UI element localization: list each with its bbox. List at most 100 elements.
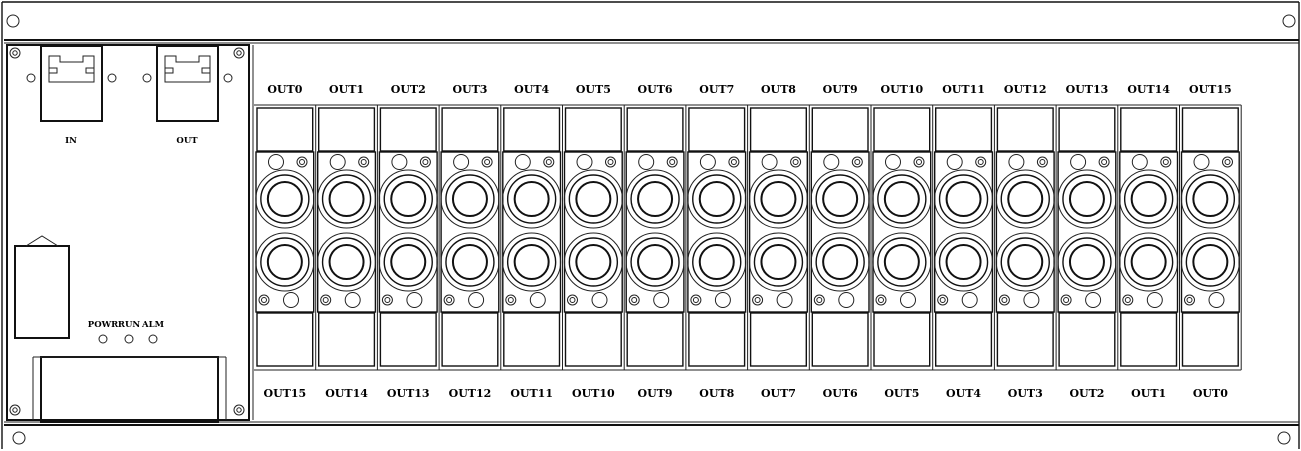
screw-icon [1036, 156, 1048, 168]
screw-icon [961, 292, 978, 308]
screw-icon [529, 292, 546, 308]
output-channel-column: OUT2 OUT13 [376, 83, 438, 400]
label-plate-top [1058, 107, 1116, 152]
screw-icon [653, 292, 670, 308]
power-switch[interactable] [14, 235, 70, 339]
connector-module [563, 151, 623, 313]
output-label-top: OUT0 [267, 83, 302, 96]
screw-icon [233, 404, 245, 416]
screw-icon [946, 154, 963, 170]
label-plate-bottom [441, 312, 499, 367]
screw-icon [1070, 154, 1087, 170]
output-label-bottom: OUT9 [638, 387, 673, 400]
screw-icon [885, 154, 901, 170]
connector-module [872, 151, 932, 313]
output-label-top: OUT7 [699, 83, 734, 96]
label-plate-bottom [379, 312, 437, 367]
screw-icon [9, 47, 21, 59]
output-label-bottom: OUT7 [761, 387, 796, 400]
output-label-top: OUT12 [1004, 83, 1047, 96]
output-label-bottom: OUT0 [1193, 387, 1228, 400]
connector-module [625, 151, 685, 313]
rack-ear-hole-icon [1277, 431, 1291, 445]
port-in-label: IN [65, 136, 77, 146]
screw-icon [761, 154, 778, 170]
connector-module [1057, 151, 1117, 313]
screw-icon [1085, 292, 1102, 308]
output-label-top: OUT15 [1189, 83, 1232, 96]
screw-icon [1193, 154, 1210, 170]
label-plate-top [996, 107, 1054, 152]
output-channel-column: OUT4 OUT11 [500, 83, 562, 400]
screw-icon [913, 156, 925, 168]
screw-icon [567, 294, 578, 306]
label-plate-bottom [935, 312, 993, 367]
output-label-top: OUT1 [329, 83, 364, 96]
screw-icon [1060, 294, 1072, 306]
label-plate-bottom [503, 312, 561, 367]
screw-icon [875, 294, 887, 306]
label-plate-top [318, 107, 376, 152]
ethernet-port-out[interactable] [142, 45, 233, 122]
screw-icon [728, 156, 740, 168]
output-channel-column: OUT13 OUT2 [1055, 83, 1117, 400]
led-label-alarm: ALM [141, 320, 165, 330]
label-plate-bottom [626, 312, 684, 367]
screw-icon [1222, 156, 1233, 168]
output-channel-column: OUT8 OUT7 [747, 83, 808, 400]
output-channel-column: OUT9 OUT6 [808, 83, 870, 400]
label-plate-top [379, 107, 437, 152]
screw-icon [268, 154, 284, 170]
label-plate-top [935, 107, 993, 152]
screw-icon [605, 156, 616, 168]
screw-icon [690, 294, 702, 306]
output-label-top: OUT6 [638, 83, 673, 96]
label-plate-bottom [318, 312, 376, 367]
output-label-bottom: OUT8 [699, 387, 734, 400]
ethernet-port-in[interactable] [26, 45, 117, 122]
screw-icon [776, 292, 793, 308]
connector-module [687, 151, 747, 313]
rack-ear-hole-icon [6, 14, 20, 28]
output-channel-column: OUT10 OUT5 [870, 83, 932, 400]
screw-icon [1208, 292, 1225, 308]
output-channel-column: OUT6 OUT9 [623, 83, 685, 400]
led-power-icon [98, 334, 108, 344]
screw-icon [468, 292, 485, 308]
screw-icon [453, 154, 470, 170]
screw-icon [998, 294, 1010, 306]
output-channel-column: OUT7 OUT8 [685, 83, 747, 400]
screw-icon [1023, 292, 1040, 308]
label-plate-top [1120, 107, 1178, 152]
output-label-top: OUT5 [576, 83, 611, 96]
screw-icon [838, 292, 855, 308]
output-label-bottom: OUT2 [1069, 387, 1104, 400]
output-label-bottom: OUT13 [387, 387, 430, 400]
label-plate-top [256, 107, 314, 152]
connector-module [378, 151, 438, 313]
chassis-frame [1, 1, 1300, 449]
output-label-top: OUT14 [1127, 83, 1170, 96]
label-plate-top [1181, 107, 1239, 152]
screw-icon [358, 156, 370, 168]
connector-module [255, 151, 315, 313]
output-label-bottom: OUT3 [1008, 387, 1043, 400]
label-plate-bottom [1120, 312, 1178, 367]
connector-module [748, 151, 808, 313]
screw-icon [543, 156, 555, 168]
output-label-top: OUT2 [391, 83, 426, 96]
label-plate-bottom [688, 312, 746, 367]
output-label-top: OUT8 [761, 83, 796, 96]
screw-icon [752, 294, 764, 306]
screw-icon [505, 294, 517, 306]
screw-icon [699, 154, 716, 170]
label-plate-top [873, 107, 931, 152]
screw-icon [296, 156, 308, 168]
control-module: IN OUT POWR RUN ALM [6, 44, 254, 423]
output-label-bottom: OUT5 [884, 387, 919, 400]
label-plate-bottom [811, 312, 869, 367]
screw-icon [9, 404, 21, 416]
output-channels: OUT0 OUT15 OUT1 OUT14 OUT2 OUT13 OUT3 OUT12 OUT4… [254, 83, 1242, 400]
connector-module [934, 151, 994, 313]
screw-icon [975, 156, 987, 168]
